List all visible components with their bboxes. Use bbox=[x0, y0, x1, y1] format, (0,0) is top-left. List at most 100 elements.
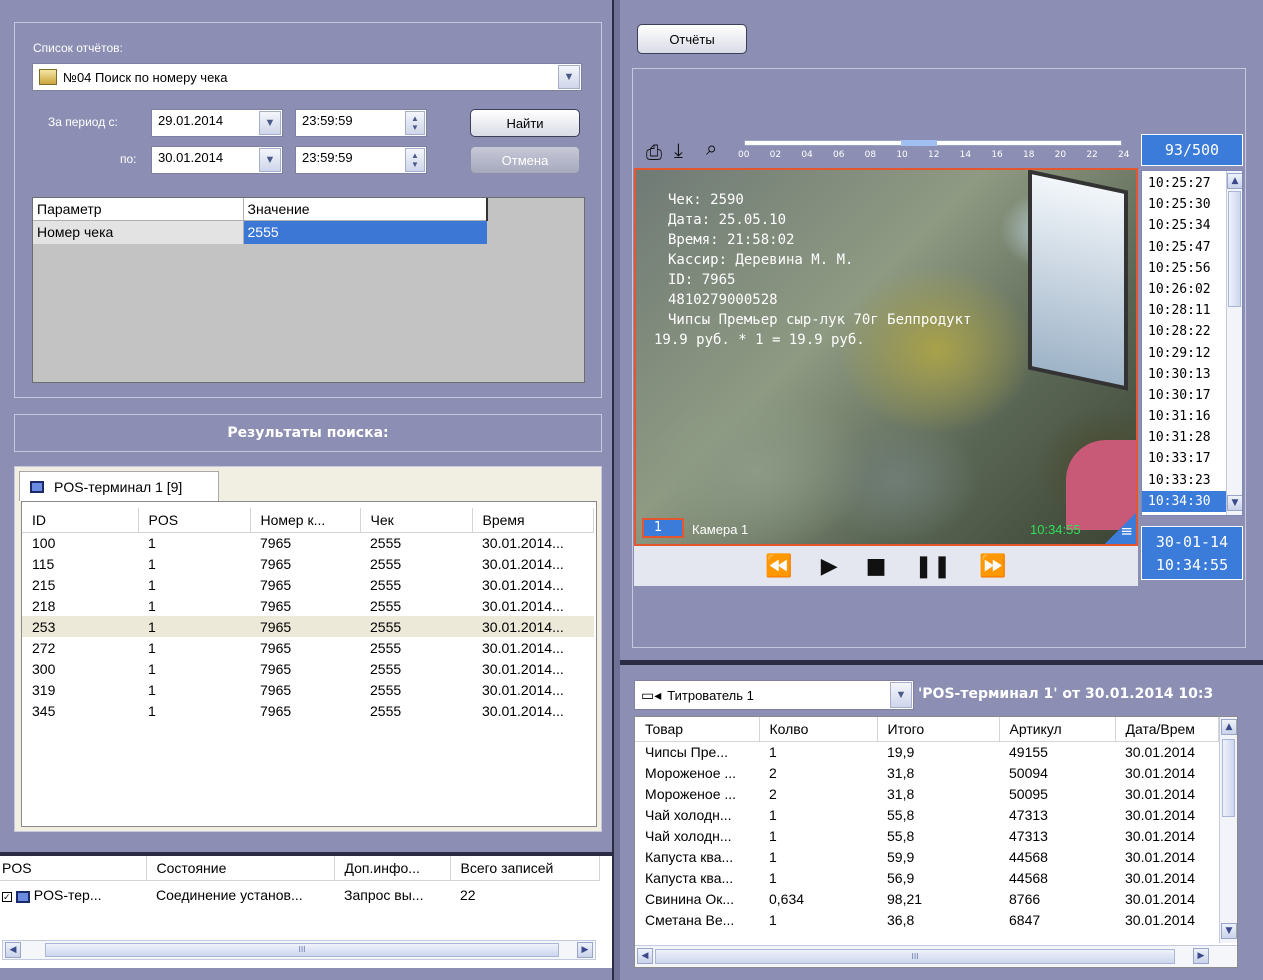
table-row[interactable]: 345 1 7965 2555 30.01.2014... bbox=[22, 700, 594, 721]
table-row[interactable]: 215 1 7965 2555 30.01.2014... bbox=[22, 574, 594, 595]
col-pos[interactable]: POS bbox=[138, 508, 251, 533]
titler-select[interactable]: ▭◂ Титрователь 1 ▼ bbox=[634, 680, 914, 710]
time-list-item[interactable]: 10:34:30 bbox=[1142, 490, 1226, 512]
status-col-total[interactable]: Всего записей bbox=[450, 856, 600, 881]
col-total[interactable]: Итого bbox=[877, 717, 1000, 742]
titler-vscrollbar[interactable]: ▲ ▼ bbox=[1219, 717, 1237, 943]
vertical-splitter[interactable] bbox=[612, 0, 620, 980]
table-row[interactable]: Сметана Ве... 1 36,8 6847 30.01.2014 bbox=[635, 909, 1219, 930]
table-row[interactable]: Чипсы Пре... 1 19,9 49155 30.01.2014 bbox=[635, 741, 1219, 762]
table-row[interactable]: 300 1 7965 2555 30.01.2014... bbox=[22, 658, 594, 679]
search-icon[interactable]: ⌕ bbox=[706, 136, 717, 160]
table-row[interactable]: Чай холодн... 1 55,8 47313 30.01.2014 bbox=[635, 804, 1219, 825]
titler-hscrollbar[interactable]: ◀ III ▶ bbox=[635, 945, 1237, 967]
date-from-field[interactable]: 29.01.2014 ▼ bbox=[151, 109, 283, 137]
col-datetime[interactable]: Дата/Врем bbox=[1115, 717, 1219, 742]
table-row[interactable]: 218 1 7965 2555 30.01.2014... bbox=[22, 595, 594, 616]
time-list-item[interactable]: 10:25:34 bbox=[1142, 215, 1226, 236]
scroll-up-icon[interactable]: ▲ bbox=[1227, 173, 1242, 189]
time-list-item[interactable]: 10:34:58 bbox=[1142, 512, 1226, 515]
menu-icon[interactable]: ≡ bbox=[1102, 512, 1136, 544]
col-time[interactable]: Время bbox=[472, 508, 594, 533]
pause-icon[interactable]: ❚❚ bbox=[914, 554, 951, 579]
time-list-item[interactable]: 10:30:17 bbox=[1142, 385, 1226, 406]
stop-icon[interactable]: ■ bbox=[866, 554, 887, 579]
table-row[interactable]: Мороженое ... 2 31,8 50095 30.01.2014 bbox=[635, 783, 1219, 804]
time-list-item[interactable]: 10:31:28 bbox=[1142, 427, 1226, 448]
table-row[interactable]: 253 1 7965 2555 30.01.2014... bbox=[22, 616, 594, 637]
download-icon[interactable]: ⤓ bbox=[674, 138, 683, 162]
time-to-field[interactable]: 23:59:59 ▲ ▼ bbox=[295, 146, 427, 174]
time-list-item[interactable]: 10:25:30 bbox=[1142, 194, 1226, 215]
time-list-item[interactable]: 10:25:47 bbox=[1142, 237, 1226, 258]
tab-pos-terminal[interactable]: POS-терминал 1 [9] bbox=[19, 471, 219, 501]
video-view[interactable]: Чек: 2590 Дата: 25.05.10 Время: 21:58:02… bbox=[634, 168, 1138, 546]
cancel-button[interactable]: Отмена bbox=[470, 146, 580, 174]
col-register[interactable]: Номер к... bbox=[250, 508, 361, 533]
table-row[interactable]: Чай холодн... 1 55,8 47313 30.01.2014 bbox=[635, 825, 1219, 846]
status-col-pos[interactable]: POS bbox=[0, 856, 147, 881]
spinner-icon[interactable]: ▲ ▼ bbox=[405, 148, 425, 172]
current-datetime: 30-01-14 10:34:55 bbox=[1141, 526, 1243, 580]
calendar-dropdown-icon[interactable]: ▼ bbox=[259, 148, 281, 172]
param-value[interactable]: 2555 bbox=[243, 220, 487, 244]
time-list-item[interactable]: 10:30:13 bbox=[1142, 364, 1226, 385]
col-qty[interactable]: Колво bbox=[759, 717, 878, 742]
scroll-thumb[interactable] bbox=[1228, 191, 1241, 307]
time-list-item[interactable]: 10:26:02 bbox=[1142, 279, 1226, 300]
col-article[interactable]: Артикул bbox=[999, 717, 1116, 742]
table-row[interactable]: Свинина Ок... 0,634 98,21 8766 30.01.2014 bbox=[635, 888, 1219, 909]
find-button[interactable]: Найти bbox=[470, 109, 580, 137]
col-id[interactable]: ID bbox=[22, 508, 139, 533]
table-row[interactable]: 100 1 7965 2555 30.01.2014... bbox=[22, 532, 594, 553]
table-row[interactable]: Капуста ква... 1 56,9 44568 30.01.2014 bbox=[635, 867, 1219, 888]
table-row[interactable]: 272 1 7965 2555 30.01.2014... bbox=[22, 637, 594, 658]
play-icon[interactable]: ▶ bbox=[821, 554, 838, 579]
reports-button[interactable]: Отчёты bbox=[637, 24, 747, 54]
time-list-item[interactable]: 10:29:12 bbox=[1142, 343, 1226, 364]
checkbox-icon[interactable]: ✓ bbox=[2, 891, 12, 902]
scroll-down-icon[interactable]: ▼ bbox=[1221, 923, 1237, 939]
time-list-item[interactable]: 10:25:56 bbox=[1142, 258, 1226, 279]
scroll-down-icon[interactable]: ▼ bbox=[1227, 495, 1242, 511]
col-check[interactable]: Чек bbox=[360, 508, 473, 533]
fast-forward-icon[interactable]: ⏩ bbox=[979, 554, 1006, 579]
timeline-track[interactable] bbox=[744, 140, 1122, 146]
scroll-right-icon[interactable]: ▶ bbox=[577, 942, 593, 958]
status-col-info[interactable]: Доп.инфо... bbox=[334, 856, 451, 881]
scroll-thumb[interactable]: III bbox=[655, 949, 1175, 964]
osd-line: Дата: 25.05.10 bbox=[668, 212, 787, 228]
date-to-field[interactable]: 30.01.2014 ▼ bbox=[151, 146, 283, 174]
table-row[interactable]: Мороженое ... 2 31,8 50094 30.01.2014 bbox=[635, 762, 1219, 783]
status-row[interactable]: ✓ POS-тер... Соединение установ... Запро… bbox=[0, 880, 600, 910]
col-product[interactable]: Товар bbox=[635, 717, 760, 742]
calendar-dropdown-icon[interactable]: ▼ bbox=[259, 111, 281, 135]
rewind-icon[interactable]: ⏪ bbox=[765, 554, 792, 579]
chevron-down-icon[interactable]: ▼ bbox=[558, 65, 580, 89]
time-list-item[interactable]: 10:31:16 bbox=[1142, 406, 1226, 427]
spinner-icon[interactable]: ▲ ▼ bbox=[405, 111, 425, 135]
time-list-scrollbar[interactable]: ▲ ▼ bbox=[1226, 171, 1242, 515]
time-list-item[interactable]: 10:25:27 bbox=[1142, 173, 1226, 194]
scroll-left-icon[interactable]: ◀ bbox=[637, 948, 653, 964]
scroll-left-icon[interactable]: ◀ bbox=[5, 942, 21, 958]
scroll-thumb[interactable]: III bbox=[45, 943, 559, 957]
horizontal-splitter[interactable] bbox=[620, 660, 1263, 665]
status-hscrollbar[interactable]: ◀ III ▶ bbox=[2, 940, 596, 960]
time-list-item[interactable]: 10:33:23 bbox=[1142, 470, 1226, 491]
scroll-up-icon[interactable]: ▲ bbox=[1221, 719, 1237, 735]
status-col-state[interactable]: Состояние bbox=[146, 856, 335, 881]
scroll-right-icon[interactable]: ▶ bbox=[1193, 948, 1209, 964]
table-row[interactable]: Капуста ква... 1 59,9 44568 30.01.2014 bbox=[635, 846, 1219, 867]
time-list-item[interactable]: 10:33:17 bbox=[1142, 448, 1226, 469]
table-row[interactable]: 319 1 7965 2555 30.01.2014... bbox=[22, 679, 594, 700]
scroll-thumb[interactable] bbox=[1222, 739, 1235, 817]
report-select[interactable]: №04 Поиск по номеру чека ▼ bbox=[32, 63, 582, 91]
print-icon[interactable]: ⎙ bbox=[646, 140, 662, 164]
time-list-item[interactable]: 10:28:22 bbox=[1142, 321, 1226, 342]
time-from-field[interactable]: 23:59:59 ▲ ▼ bbox=[295, 109, 427, 137]
chevron-down-icon[interactable]: ▼ bbox=[890, 682, 912, 708]
table-row[interactable]: 115 1 7965 2555 30.01.2014... bbox=[22, 553, 594, 574]
event-time-list[interactable]: 10:25:27 10:25:30 10:25:34 10:25:47 10:25:56… bbox=[1141, 170, 1243, 516]
time-list-item[interactable]: 10:28:11 bbox=[1142, 300, 1226, 321]
